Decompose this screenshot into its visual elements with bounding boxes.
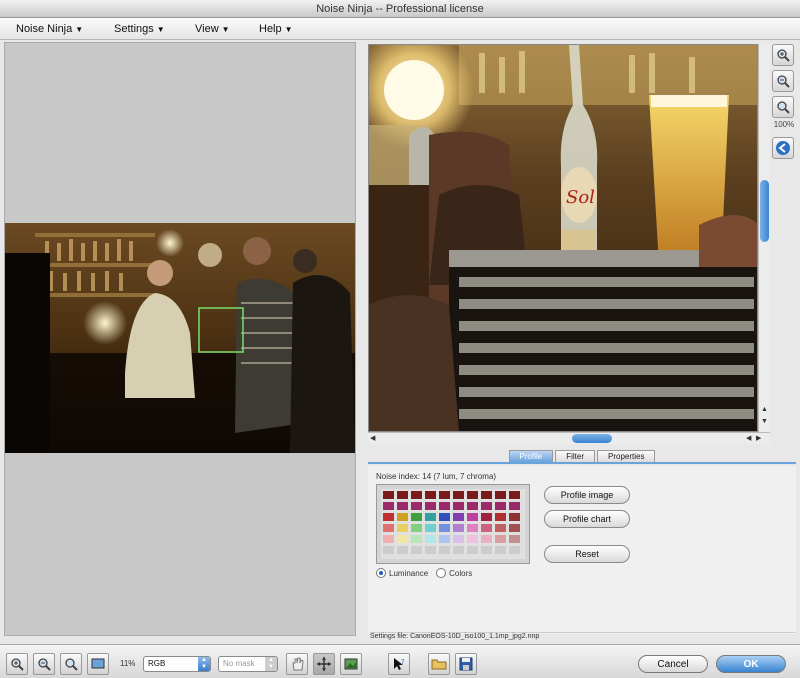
reset-button[interactable]: Reset [544, 545, 630, 563]
window-title: Noise Ninja -- Professional license [0, 0, 800, 18]
magnifier-minus-icon [38, 658, 51, 671]
crosshair-move-icon [317, 657, 331, 671]
bottom-toolbar: 11% RGB ▲ ▼ No mask ▲ ▼ ? Cancel OK [0, 644, 800, 678]
open-file-button[interactable] [428, 653, 450, 675]
image-icon [344, 658, 358, 670]
preview-image[interactable]: Sol [368, 44, 758, 432]
magnifier-icon [777, 101, 790, 114]
profile-chart-button[interactable]: Profile chart [544, 510, 630, 528]
chevron-down-icon: ▼ [156, 24, 165, 34]
luminance-label: Luminance [389, 568, 429, 578]
zoom-toolbar: 100% [772, 44, 796, 163]
profile-image-button[interactable]: Profile image [544, 486, 630, 504]
color-space-select[interactable]: RGB ▲ ▼ [143, 656, 211, 672]
zoom-in-button[interactable] [6, 653, 28, 675]
scroll-right-icon[interactable]: ▶ [756, 434, 761, 442]
hand-icon [292, 657, 304, 671]
zoom-out-button[interactable] [33, 653, 55, 675]
menu-settings[interactable]: Settings ▼ [114, 23, 165, 35]
colors-label: Colors [449, 568, 473, 578]
hand-tool-button[interactable] [286, 653, 308, 675]
scroll-left-icon[interactable]: ◀ [370, 434, 375, 442]
horizontal-scrollbar[interactable]: ◀ ◀ ▶ [368, 432, 770, 444]
tab-profile[interactable]: Profile [508, 450, 554, 462]
folder-icon [431, 659, 447, 670]
menu-help[interactable]: Help ▼ [259, 23, 293, 35]
cancel-button[interactable]: Cancel [638, 655, 708, 673]
magnifier-plus-icon [777, 49, 790, 62]
magnifier-minus-icon [777, 75, 790, 88]
settings-file-label: Settings file: CanonEOS-10D_iso100_1.1mp… [370, 632, 796, 642]
colors-radio[interactable] [436, 568, 447, 578]
chevron-down-icon: ▼ [75, 24, 84, 34]
zoom-out-button[interactable] [772, 70, 794, 92]
floppy-disk-icon [459, 657, 473, 671]
svg-text:?: ? [401, 658, 405, 666]
horizontal-scroll-thumb[interactable] [572, 434, 612, 443]
luminance-radio[interactable] [376, 568, 386, 578]
zoom-percent: 11% [120, 659, 136, 668]
help-arrow-icon: ? [394, 658, 405, 670]
menu-bar: Noise Ninja ▼ Settings ▼ View ▼ Help ▼ [0, 18, 800, 40]
compare-view-button[interactable] [340, 653, 362, 675]
tab-filter[interactable]: Filter [555, 450, 595, 462]
magnifier-icon [65, 658, 78, 671]
fit-window-button[interactable] [87, 653, 109, 675]
navigate-back-button[interactable] [772, 137, 794, 159]
profile-mode-radios: Luminance Colors [376, 568, 472, 578]
move-tool-button[interactable] [313, 653, 335, 675]
magnifier-plus-icon [11, 658, 24, 671]
zoom-in-button[interactable] [772, 44, 794, 66]
noise-index-text: Noise index: 14 (7 lum, 7 chroma) [376, 472, 497, 481]
mask-select[interactable]: No mask ▲ ▼ [218, 656, 278, 672]
navigator-photo[interactable] [5, 223, 355, 453]
panel-tabs: Profile Filter Properties [368, 448, 796, 464]
arrow-left-circle-icon [776, 141, 790, 155]
save-file-button[interactable] [455, 653, 477, 675]
menu-view[interactable]: View ▼ [195, 23, 230, 35]
noise-profile-grid [376, 484, 530, 564]
monitor-icon [91, 658, 105, 669]
tab-properties[interactable]: Properties [597, 450, 656, 462]
scroll-up-icon[interactable]: ▲ [761, 406, 768, 413]
scroll-left-icon[interactable]: ◀ [746, 434, 751, 442]
vertical-scroll-thumb[interactable] [760, 180, 769, 242]
chevron-down-icon: ▼ [284, 24, 293, 34]
svg-text:Sol: Sol [566, 187, 595, 208]
ok-button[interactable]: OK [716, 655, 786, 673]
scroll-down-icon[interactable]: ▼ [761, 418, 768, 425]
help-cursor-button[interactable]: ? [388, 653, 410, 675]
zoom-actual-button[interactable] [772, 96, 794, 118]
zoom-fit-button[interactable] [60, 653, 82, 675]
vertical-scrollbar[interactable]: ▲ ▼ [758, 44, 770, 432]
chevron-down-icon: ▼ [221, 24, 230, 34]
select-arrows-icon: ▲ ▼ [198, 657, 210, 671]
select-arrows-icon: ▲ ▼ [265, 657, 277, 671]
navigator-pane [4, 42, 356, 636]
zoom-level: 100% [773, 120, 795, 129]
profile-panel: Noise index: 14 (7 lum, 7 chroma) Lumina… [368, 466, 796, 634]
menu-noise-ninja[interactable]: Noise Ninja ▼ [16, 23, 83, 35]
